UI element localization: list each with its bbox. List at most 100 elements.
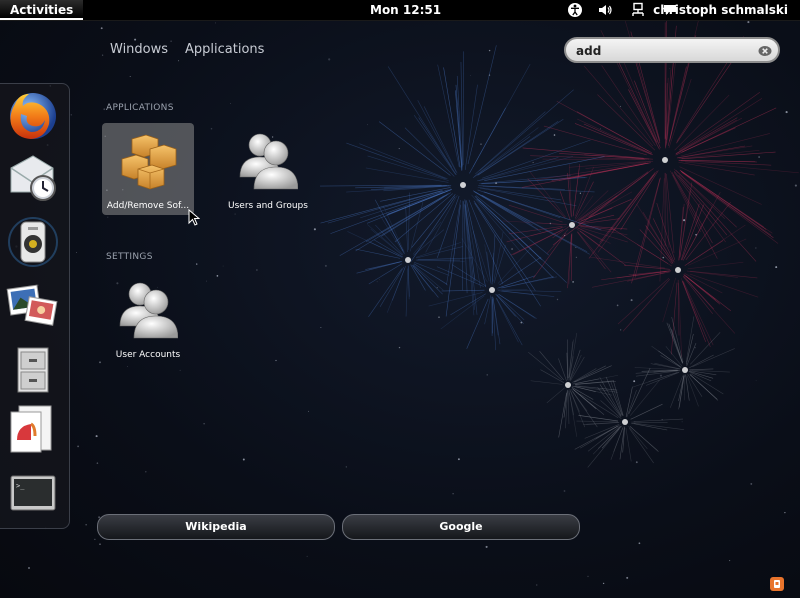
firework-core — [682, 367, 688, 373]
star — [206, 280, 207, 282]
firework-streak — [642, 212, 674, 262]
firework-streak — [630, 403, 663, 420]
firework-core — [675, 267, 681, 273]
dash: >_ — [0, 83, 70, 529]
star — [398, 148, 400, 150]
star — [320, 326, 322, 328]
firework-streak — [685, 275, 732, 312]
firework-streak — [360, 189, 448, 219]
star — [495, 182, 498, 185]
firework-streak — [629, 427, 654, 464]
firework-streak — [634, 80, 661, 149]
firework-streak — [628, 89, 660, 150]
firework-streak — [633, 418, 684, 422]
app-add-remove-software[interactable]: Add/Remove Sof... — [102, 123, 194, 215]
star — [134, 38, 137, 41]
star — [575, 246, 577, 249]
volume-icon[interactable] — [597, 2, 613, 18]
firework-streak — [680, 133, 770, 157]
setting-user-accounts[interactable]: User Accounts — [102, 272, 194, 364]
star — [747, 21, 750, 24]
search-entry[interactable] — [564, 37, 780, 63]
firework-streak — [412, 264, 443, 295]
evolution-mail-icon[interactable] — [5, 150, 61, 206]
accessibility-icon[interactable] — [567, 2, 583, 18]
firework-streak — [356, 261, 401, 274]
app-label: User Accounts — [115, 350, 181, 360]
star — [179, 369, 181, 371]
firework-streak — [413, 115, 456, 175]
firework-streak — [628, 425, 648, 449]
star — [661, 419, 663, 421]
star — [616, 304, 619, 307]
firework-streak — [522, 147, 644, 159]
firework-streak — [629, 379, 660, 416]
firework-streak — [686, 270, 738, 278]
libreoffice-impress-icon[interactable] — [5, 402, 61, 458]
star — [620, 105, 621, 107]
clock[interactable]: Mon 12:51 — [370, 0, 441, 20]
terminal-icon[interactable]: >_ — [5, 466, 61, 522]
notification-icon[interactable] — [770, 577, 784, 591]
firework-streak — [686, 375, 699, 407]
star — [76, 251, 77, 253]
firework-streak — [680, 170, 773, 234]
star — [758, 156, 760, 158]
star — [126, 366, 128, 367]
user-menu[interactable]: christoph schmalski — [653, 0, 788, 20]
firework-streak — [536, 222, 567, 225]
star — [216, 275, 219, 277]
star — [549, 222, 552, 225]
firework-streak — [686, 316, 695, 363]
star — [324, 264, 327, 267]
activities-button[interactable]: Activities — [0, 0, 84, 20]
firework-streak — [496, 298, 523, 346]
star — [103, 108, 106, 111]
firework-streak — [405, 268, 409, 317]
firework-streak — [543, 125, 647, 156]
firework-streak — [574, 123, 652, 155]
star — [452, 493, 454, 495]
firework-streak — [601, 271, 667, 281]
firework-streak — [669, 14, 701, 139]
applications-section-header: APPLICATIONS — [106, 103, 174, 113]
rhythmbox-icon[interactable] — [5, 214, 61, 270]
firework-streak — [478, 199, 567, 283]
firework-streak — [683, 281, 714, 346]
firefox-icon[interactable] — [5, 88, 61, 144]
firework-streak — [617, 277, 670, 325]
star — [101, 54, 104, 56]
firework-streak — [601, 65, 656, 146]
firework-streak — [674, 94, 730, 151]
star — [376, 281, 378, 283]
app-label: Add/Remove Sof... — [106, 201, 190, 211]
file-manager-icon[interactable] — [5, 342, 61, 398]
tab-applications[interactable]: Applications — [185, 42, 264, 57]
app-users-and-groups[interactable]: Users and Groups — [222, 123, 314, 215]
search-input[interactable] — [576, 42, 746, 60]
star — [630, 299, 633, 302]
star — [775, 266, 778, 269]
users-icon — [119, 282, 178, 339]
firework-streak — [572, 388, 597, 410]
firework-core — [569, 222, 575, 228]
star — [575, 256, 578, 258]
star — [438, 316, 440, 318]
firework-burst — [632, 316, 735, 410]
clear-search-icon[interactable] — [758, 44, 772, 58]
network-icon[interactable] — [630, 2, 646, 18]
search-provider-google[interactable]: Google — [342, 514, 580, 540]
star — [436, 287, 438, 289]
firework-streak — [405, 206, 408, 253]
search-provider-wikipedia[interactable]: Wikipedia — [97, 514, 335, 540]
firework-streak — [450, 293, 486, 316]
star — [602, 582, 605, 585]
firework-streak — [368, 263, 403, 285]
firework-core — [405, 257, 411, 263]
firework-streak — [467, 45, 497, 165]
firework-streak — [572, 391, 598, 428]
shotwell-icon[interactable] — [5, 277, 61, 333]
tab-windows[interactable]: Windows — [110, 42, 168, 57]
star — [600, 128, 601, 130]
star — [470, 75, 471, 76]
